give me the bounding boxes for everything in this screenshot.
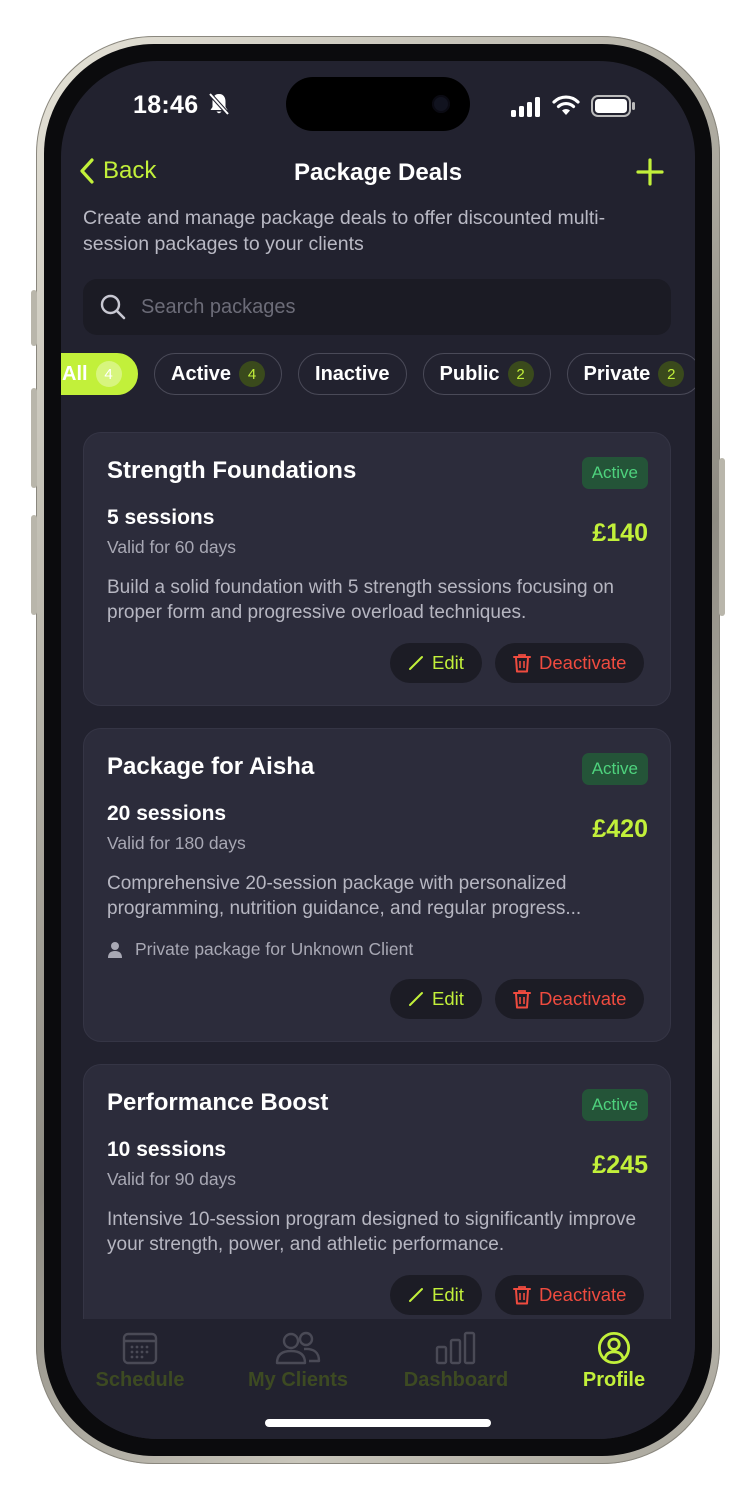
tab-label: Schedule — [95, 1369, 185, 1391]
deactivate-button[interactable]: Deactivate — [495, 979, 645, 1019]
session-count: 20 sessions — [107, 802, 227, 825]
filter-chips: All 4 Active 4 Inactive Public 2 Private… — [61, 353, 695, 399]
validity-period: Valid for 180 days — [107, 833, 246, 853]
status-badge: Active — [581, 457, 648, 489]
tab-schedule[interactable]: Schedule — [61, 1331, 219, 1392]
status-badge: Active — [581, 1089, 648, 1121]
wifi-icon — [552, 95, 580, 115]
status-badge: Active — [581, 753, 648, 785]
search-bar[interactable] — [83, 279, 671, 335]
battery-icon — [591, 95, 635, 117]
package-card[interactable]: Performance Boost Active 10 sessions Val… — [83, 1064, 671, 1354]
tab-my-clients[interactable]: My Clients — [219, 1331, 377, 1392]
volume-down-button — [31, 515, 37, 615]
package-card[interactable]: Strength Foundations Active 5 sessions V… — [83, 432, 671, 706]
edit-label: Edit — [432, 652, 464, 673]
package-description: Build a solid foundation with 5 strength… — [107, 577, 614, 623]
pencil-icon — [409, 656, 423, 670]
bar-chart-icon — [435, 1331, 476, 1365]
filter-count-badge: 4 — [239, 361, 266, 387]
edit-label: Edit — [432, 1284, 464, 1305]
validity-period: Valid for 60 days — [107, 537, 237, 557]
filter-chip-label: All — [62, 362, 88, 385]
package-title: Package for Aisha — [107, 753, 315, 780]
deactivate-button[interactable]: Deactivate — [495, 643, 645, 683]
deactivate-label: Deactivate — [539, 1284, 627, 1305]
dynamic-island — [286, 77, 470, 131]
filter-count-badge: 2 — [507, 361, 534, 387]
package-price: £140 — [592, 519, 648, 547]
description-line: Comprehensive 20-session package with pe… — [107, 873, 567, 894]
users-icon — [275, 1331, 321, 1365]
description-line: programming, nutrition guidance, and reg… — [107, 897, 582, 919]
package-description: Intensive 10-session program designed to… — [107, 1209, 637, 1255]
tab-dashboard[interactable]: Dashboard — [377, 1331, 535, 1392]
trash-icon — [513, 1286, 531, 1305]
person-icon — [108, 941, 122, 958]
status-time: 18:46 — [133, 91, 230, 120]
filter-chip-active[interactable]: Active 4 — [154, 353, 283, 395]
filter-chip-all[interactable]: All 4 — [61, 353, 138, 395]
session-count: 10 sessions — [107, 1138, 227, 1161]
search-input[interactable] — [139, 294, 643, 320]
search-icon — [100, 294, 126, 320]
trash-icon — [513, 990, 531, 1009]
deactivate-label: Deactivate — [539, 988, 627, 1009]
package-card[interactable]: Package for Aisha Active 20 sessions Val… — [83, 728, 671, 1042]
action-button — [31, 290, 37, 346]
package-title: Strength Foundations — [107, 457, 357, 484]
trash-icon — [513, 654, 531, 673]
filter-count-badge: 2 — [658, 361, 685, 387]
filter-chip-private[interactable]: Private 2 — [566, 353, 695, 395]
edit-button[interactable]: Edit — [390, 979, 482, 1019]
filter-count-badge: 4 — [95, 361, 122, 387]
bell-off-icon — [208, 92, 230, 116]
app-screen: 18:46 Back Package Deals Create and mana… — [61, 61, 695, 1439]
validity-period: Valid for 90 days — [107, 1169, 237, 1189]
page-title: Package Deals — [293, 159, 463, 186]
tab-profile[interactable]: Profile — [535, 1331, 693, 1392]
filter-chip-label: Private — [583, 362, 651, 385]
home-indicator[interactable] — [265, 1419, 491, 1427]
tab-label: Profile — [582, 1369, 646, 1391]
edit-button[interactable]: Edit — [390, 643, 482, 683]
filter-chip-label: Active — [171, 362, 232, 385]
tab-label: My Clients — [247, 1369, 349, 1391]
pencil-icon — [409, 1288, 423, 1302]
volume-up-button — [31, 388, 37, 488]
power-button — [719, 458, 725, 616]
tab-label: Dashboard — [403, 1369, 509, 1391]
filter-chip-inactive[interactable]: Inactive — [298, 353, 407, 395]
edit-label: Edit — [432, 988, 464, 1009]
add-package-icon[interactable] — [635, 157, 665, 187]
profile-icon — [597, 1331, 631, 1365]
package-price: £245 — [592, 1151, 648, 1179]
pencil-icon — [409, 992, 423, 1006]
filter-chip-label: Inactive — [315, 362, 390, 385]
private-client-note: Private package for Unknown Client — [107, 939, 413, 960]
calendar-icon — [122, 1332, 158, 1365]
filter-chip-public[interactable]: Public 2 — [422, 353, 551, 395]
private-note-text: Private package for Unknown Client — [135, 939, 414, 959]
package-description: Comprehensive 20-session package with pe… — [107, 872, 655, 921]
camera-icon — [432, 95, 450, 113]
package-title: Performance Boost — [107, 1089, 329, 1116]
session-count: 5 sessions — [107, 506, 215, 529]
deactivate-label: Deactivate — [539, 652, 627, 673]
edit-button[interactable]: Edit — [390, 1275, 482, 1315]
cellular-signal-icon — [511, 97, 540, 117]
deactivate-button[interactable]: Deactivate — [495, 1275, 645, 1315]
filter-chip-label: Public — [439, 362, 500, 385]
package-price: £420 — [592, 815, 648, 843]
page-subtitle: Create and manage package deals to offer… — [83, 207, 606, 255]
